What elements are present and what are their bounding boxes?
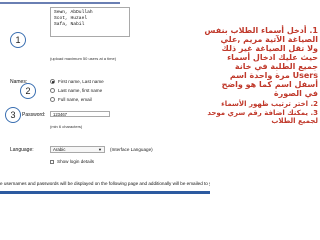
language-select[interactable]: Arabic ▼	[50, 146, 105, 153]
names-option-2-radio[interactable]	[50, 88, 55, 93]
instruction-1-line: في الصورة	[273, 89, 318, 98]
instruction-1-line: Users مرة واحدة اسم	[229, 71, 318, 80]
instruction-3-line: لجميع الطلاب	[271, 117, 318, 125]
password-label: Password:	[22, 112, 46, 118]
marker-1: 1	[10, 32, 26, 48]
instructions-panel: 1. أدخل أسماء الطلاب بنفس الصياغة الآتية…	[204, 26, 318, 125]
language-label: Language:	[10, 147, 34, 153]
bottom-bar	[0, 191, 210, 194]
instruction-1-line: حيث عليك ادخال أسماء	[227, 53, 318, 62]
instruction-3-line: 3. يمكنك اضافة رقم سري موحد	[207, 109, 318, 117]
show-details-checkbox[interactable]	[50, 160, 54, 164]
names-option-3-radio[interactable]	[50, 97, 55, 102]
instruction-1-line: ولا تقل الصياغة غير ذلك	[221, 44, 318, 53]
instruction-1-line: أسفل اسم كما هو واضح	[221, 80, 318, 89]
instruction-1-line: 1. أدخل أسماء الطلاب بنفس	[204, 26, 318, 35]
names-textarea[interactable]: Sewn, AbDullah Scot, Huzael Safa, Nabil	[50, 7, 130, 37]
upload-hint: (upload maximum 50 users at a time)	[50, 56, 117, 61]
instruction-1-line: جميع الطلبة في خانة	[234, 62, 318, 71]
marker-3: 3	[5, 107, 21, 123]
names-option-3-label: Full name, email	[58, 97, 92, 102]
language-value: Arabic	[53, 147, 66, 152]
screenshot-panel: Sewn, AbDullah Scot, Huzael Safa, Nabil …	[0, 0, 210, 240]
instruction-1-line: الصياغة الآتية مريم ,علي	[220, 35, 318, 44]
top-divider	[0, 2, 120, 4]
show-details-label: Show login details	[57, 159, 95, 164]
password-hint: (min 6 characters)	[50, 124, 83, 129]
names-option-1-label: First name, Last name	[58, 79, 104, 84]
password-field[interactable]: 123467	[50, 111, 110, 117]
marker-2: 2	[20, 83, 36, 99]
chevron-down-icon: ▼	[98, 147, 102, 152]
names-option-1-radio[interactable]	[50, 79, 55, 84]
instruction-2: 2. اختر ترتيب ظهور الأسماء	[221, 100, 318, 108]
names-line: Safa, Nabil	[54, 22, 85, 27]
interface-language-note: (Interface Language)	[110, 147, 153, 152]
names-option-2-label: Last name, first name	[58, 88, 103, 93]
bottom-info-text: e usernames and passwords will be displa…	[0, 181, 210, 186]
